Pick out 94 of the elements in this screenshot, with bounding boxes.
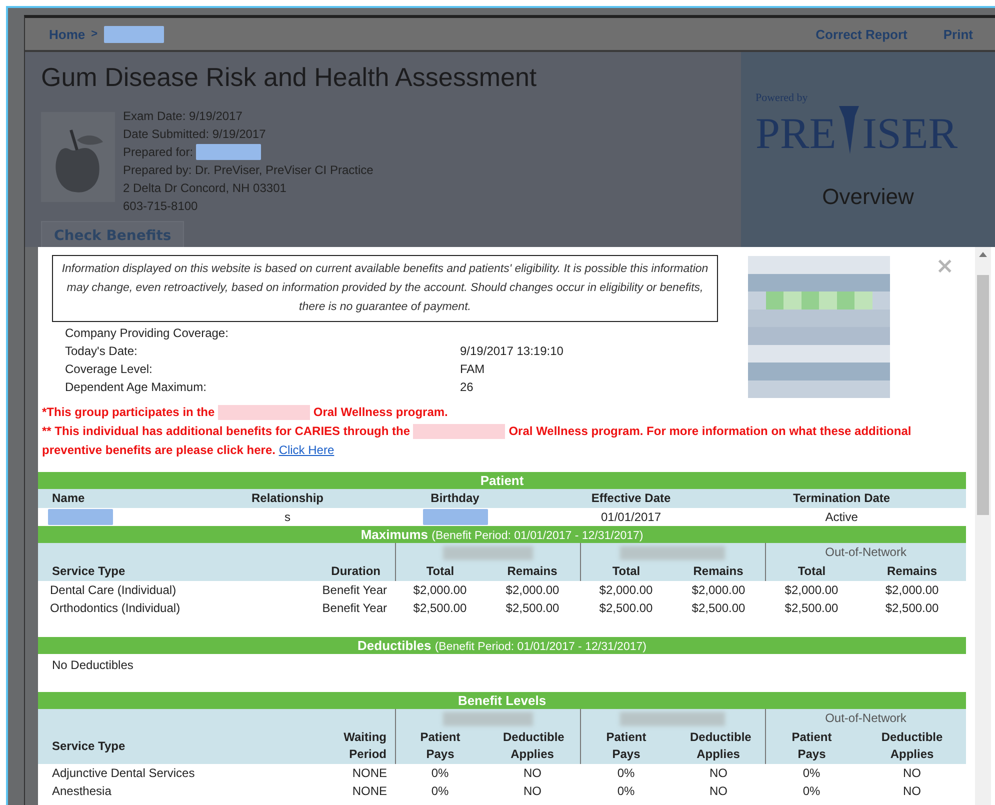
table-cell-text: NONE [351,783,388,800]
table-cell: $2,000.00 [395,581,485,599]
section-header: Maximums (Benefit Period: 01/01/2017 - 12/31/2017) [38,526,966,543]
table-cell: s [210,508,365,526]
table-cell-text: NO [708,783,728,800]
column-header: Waiting Period [300,728,395,764]
table-cell-text: 0% [802,783,822,800]
table-cell: Active [717,508,966,526]
column-header: Patient Pays [395,728,485,764]
table-cell-text: Orthodontics (Individual) [49,600,182,617]
column-header: Remains [672,562,765,581]
exam-detail: 2 Delta Dr Concord, NH 03301 [123,180,286,197]
redaction-block [422,509,488,525]
section-header: Patient [38,472,966,489]
table-cell: 01/01/2017 [545,508,717,526]
coverage-label: Dependent Age Maximum: [65,379,208,396]
click-here-link[interactable]: Click Here [278,443,334,457]
table-cell-text: NO [902,783,922,800]
redaction-block [48,509,113,525]
table-cell: Adjunctive Dental Services [38,764,300,782]
column-header: Patient Pays [580,728,672,764]
table-cell: Benefit Year [300,581,395,599]
section-header: Benefit Levels [38,692,966,709]
page-title: Gum Disease Risk and Health Assessment [41,62,538,93]
table-cell: $2,000.00 [580,581,672,599]
table-cell-text: $2,500.00 [504,600,560,617]
table-cell: Dental Care (Individual) [38,581,300,599]
column-header: Total [580,562,672,581]
coverage-value: 9/19/2017 13:19:10 [460,343,564,360]
column-header: Service Type [38,728,300,764]
breadcrumb-link[interactable]: Home [49,26,86,42]
scroll-up-icon[interactable] [979,252,987,257]
redaction-block [196,144,262,160]
table-cell-text: Benefit Year [321,600,388,617]
nav-link[interactable]: Correct Report [816,26,908,42]
table-cell: $2,000.00 [485,581,580,599]
column-header: Relationship [210,489,365,508]
column-header: Effective Date [545,489,717,508]
redaction-block [104,26,164,42]
column-header: Name [38,489,210,508]
disclaimer-text: Information displayed on this website is based on current available benefits and patients' eligibility. It is possible this information may change, even retroactively, based on information provided by the account. Should changes occur in eligibility or benefits, there is no guarantee of payment. [52,255,718,322]
column-header: Duration [300,562,395,581]
close-button[interactable]: × [936,257,954,277]
column-header: Deductible Applies [858,728,966,764]
column-group-header: Out-of-Network [765,543,966,562]
column-header: Total [765,562,858,581]
column-header: Deductible Applies [672,728,765,764]
table-cell: $2,000.00 [672,581,765,599]
scrollbar-thumb[interactable] [977,275,989,515]
apple-icon [41,112,115,202]
table-cell: 0% [765,764,858,782]
table-cell-text: 0% [430,783,450,800]
table-cell-text: Anesthesia [51,783,112,800]
column-header: Birthday [365,489,545,508]
coverage-label: Today's Date: [65,343,138,360]
table-cell: $2,000.00 [765,581,858,599]
column-header: Remains [858,562,966,581]
coverage-value: FAM [460,361,486,378]
coverage-label: Coverage Level: [65,361,154,378]
exam-detail: 603-715-8100 [123,198,198,215]
exam-detail: Prepared by: Dr. PreViser, PreViser CI Practice [123,162,374,179]
column-group-header: Out-of-Network [765,709,966,728]
section-header: Deductibles (Benefit Period: 01/01/2017 - 12/31/2017) [38,637,966,654]
table-cell-text: $2,500.00 [598,600,654,617]
nav-link[interactable]: Print [943,26,973,42]
coverage-value: 26 [460,379,474,396]
breadcrumb-separator: > [91,28,98,40]
exam-detail: Exam Date: 9/19/2017 [123,108,242,125]
column-header: Patient Pays [765,728,858,764]
exam-detail: Prepared for: [123,144,194,161]
panel-title: Overview [822,184,914,210]
deductibles-text: No Deductibles [51,657,134,674]
table-cell-text: NO [522,783,542,800]
table-cell: NONE [300,764,395,782]
notice-text: *This group participates in the Oral Wellness program. [42,404,449,422]
exam-detail: Date Submitted: 9/19/2017 [123,126,266,143]
table-cell: NO [485,764,580,782]
column-header: Deductible Applies [485,728,580,764]
table-cell-text: $2,500.00 [412,600,468,617]
column-header: Remains [485,562,580,581]
table-cell-text: 0% [616,783,636,800]
table-cell-text: $2,500.00 [690,600,746,617]
table-cell: $2,000.00 [858,581,966,599]
table-cell: NO [858,764,966,782]
table-cell: NO [672,764,765,782]
table-cell-text: $2,500.00 [784,600,840,617]
coverage-label: Company Providing Coverage: [65,325,230,342]
notice-text: ** This individual has additional benefits for CARIES through the Oral Wellness program. For more information on what these additional preventive benefits are please click here. Click Here [42,423,912,459]
column-header: Service Type [38,562,300,581]
column-header: Termination Date [717,489,966,508]
table-cell: 0% [580,764,672,782]
column-header: Total [395,562,485,581]
table-cell-text: $2,500.00 [884,600,940,617]
table-cell: 0% [395,764,485,782]
